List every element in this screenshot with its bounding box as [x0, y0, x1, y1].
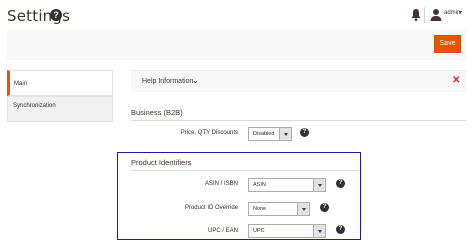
select-asin-isbn[interactable]: ASIN [248, 178, 326, 192]
bell-icon[interactable] [410, 8, 422, 22]
page-actions-bar [7, 30, 466, 60]
select-price-qty-discounts[interactable]: Disabled [248, 127, 292, 141]
select-upc-ean[interactable]: UPC [248, 224, 326, 238]
chevron-down-icon [297, 203, 309, 215]
close-icon[interactable]: ✕ [452, 75, 460, 86]
section-divider [131, 170, 359, 171]
chevron-down-icon [279, 128, 291, 140]
section-title-product-identifiers: Product Identifiers [131, 158, 192, 167]
select-product-id-override[interactable]: None [248, 202, 310, 216]
tab-synchronization-label: Synchronization [13, 103, 56, 109]
select-value: ASIN [253, 182, 266, 188]
field-label-price-qty-discounts: Price, QTY Discounts [180, 130, 238, 136]
question-circle-icon[interactable]: ? [320, 203, 329, 212]
field-label-upc-ean: UPC / EAN [207, 228, 238, 234]
question-circle-icon[interactable]: ? [50, 9, 62, 21]
user-icon[interactable] [430, 8, 442, 22]
select-value: UPC [253, 228, 265, 234]
tab-main-label: Main [14, 81, 28, 87]
chevron-down-icon[interactable]: ⌄ [192, 76, 199, 85]
header-divider [424, 7, 425, 23]
select-value: Disabled [253, 131, 275, 137]
section-divider [131, 120, 466, 121]
section-title-business: Business (B2B) [131, 108, 183, 117]
save-button[interactable]: Save [434, 35, 461, 53]
chevron-down-icon[interactable]: ▾ [459, 9, 462, 16]
field-label-product-id-override: Product ID Override [184, 205, 238, 211]
chevron-down-icon [313, 225, 325, 237]
chevron-down-icon [313, 179, 325, 191]
question-circle-icon[interactable]: ? [300, 128, 309, 137]
field-label-asin-isbn: ASIN / ISBN [204, 181, 238, 187]
tab-synchronization[interactable] [7, 96, 113, 122]
user-name[interactable]: admin [444, 10, 460, 16]
select-value: None [253, 206, 267, 212]
question-circle-icon[interactable]: ? [336, 179, 345, 188]
question-circle-icon[interactable]: ? [336, 225, 345, 234]
help-information-label[interactable]: Help Information [142, 78, 193, 85]
